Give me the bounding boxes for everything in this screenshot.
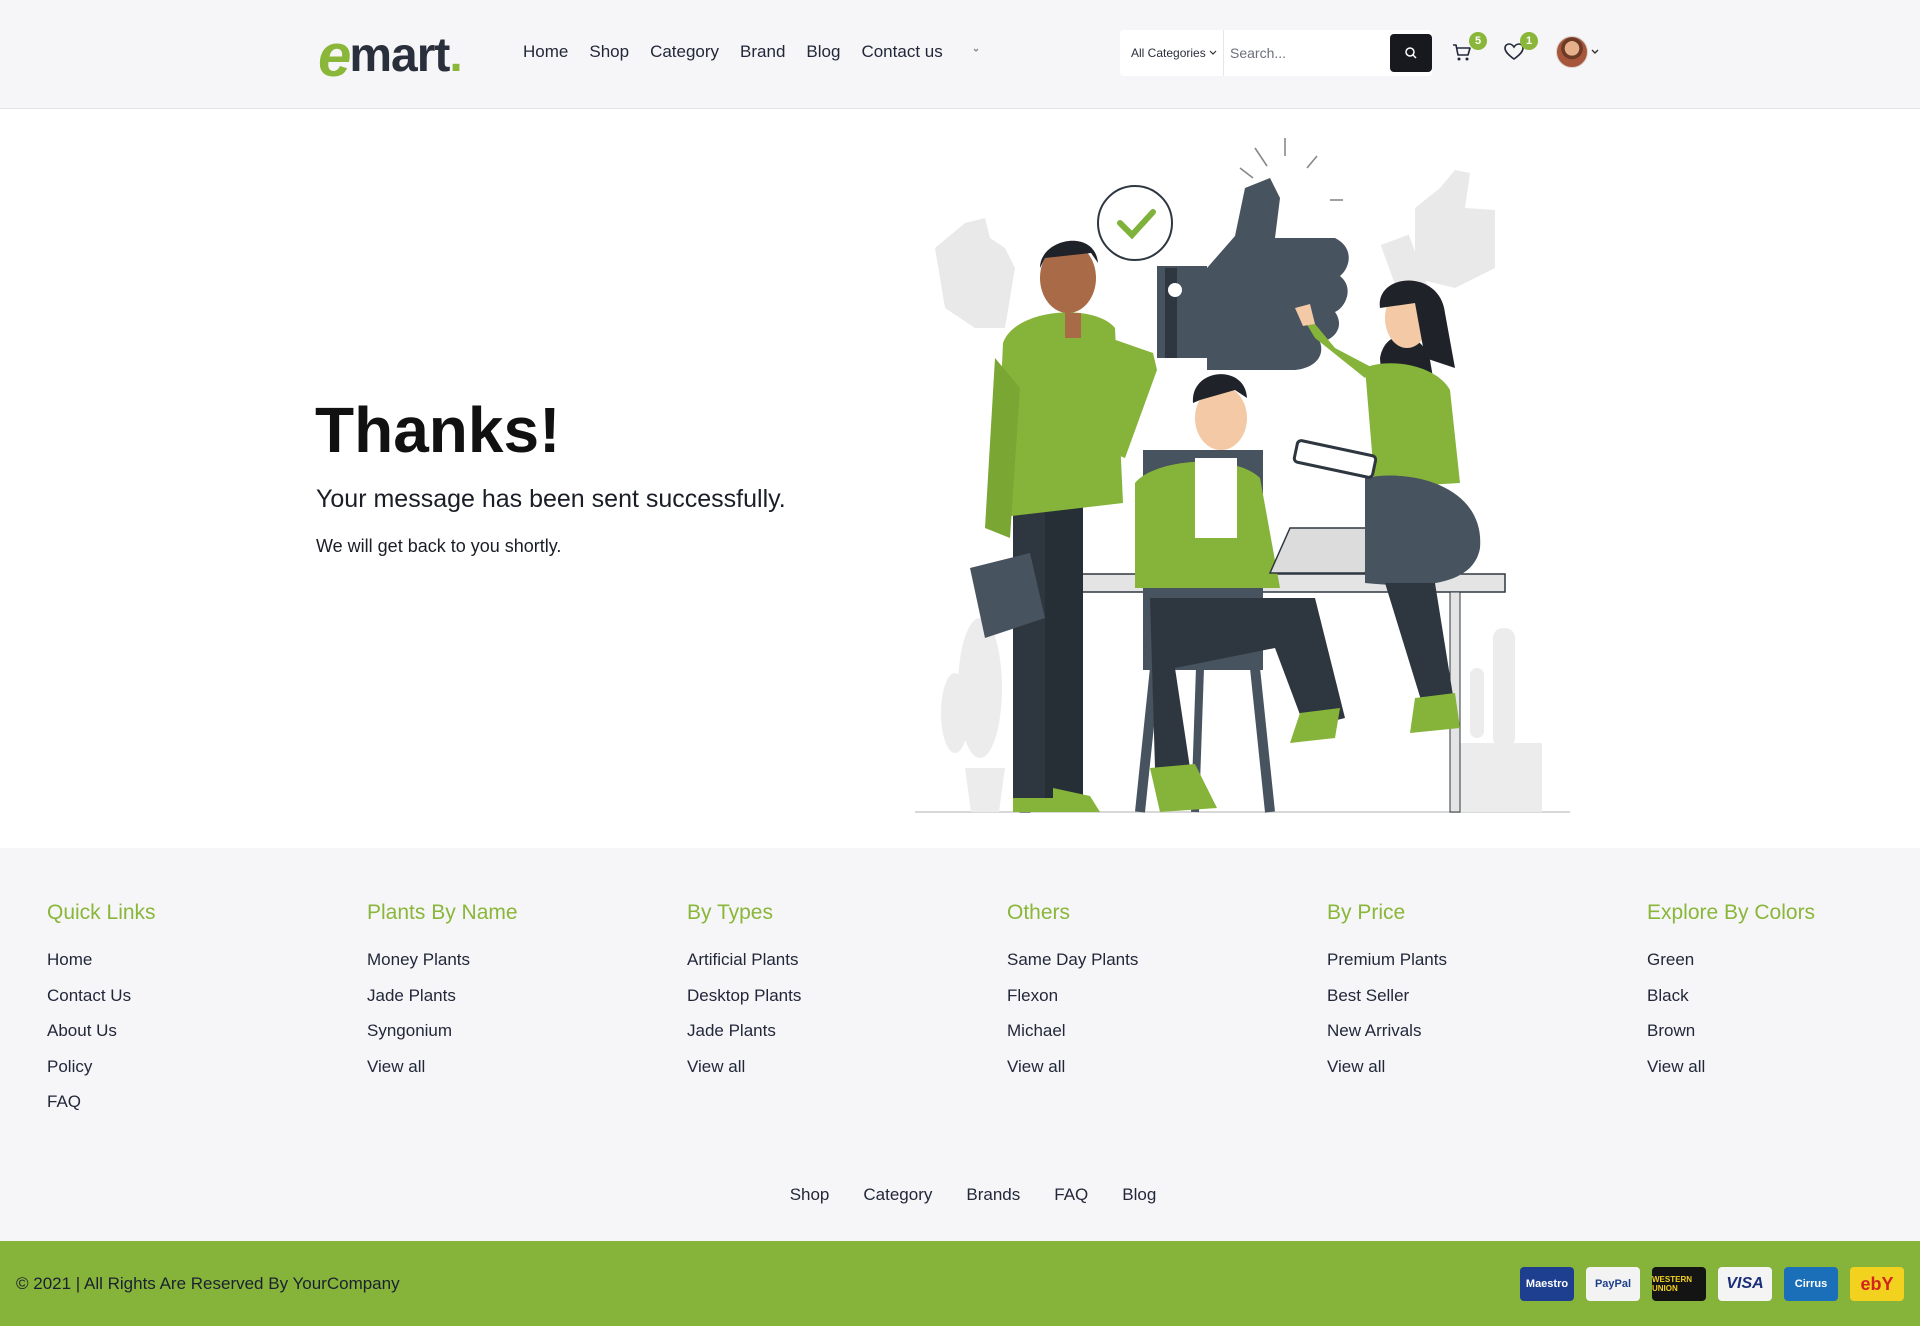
footer-column-title: By Types	[687, 901, 773, 924]
footer-link[interactable]: View all	[1007, 1057, 1138, 1077]
footer-nav-blog[interactable]: Blog	[1122, 1184, 1156, 1206]
footer-link[interactable]: Green	[1647, 950, 1815, 970]
ebay-icon: ebY	[1850, 1267, 1904, 1301]
nav-shop[interactable]: Shop	[589, 40, 629, 64]
search-bar: All Categories	[1120, 30, 1432, 76]
footer-link[interactable]: Black	[1647, 986, 1815, 1006]
category-select-value: All Categories	[1131, 46, 1206, 60]
copyright-bar: © 2021 | All Rights Are Reserved By Your…	[0, 1241, 1920, 1326]
site-header: e mart. Home Shop Category Brand Blog Con…	[0, 0, 1920, 109]
account-chevron-down-icon[interactable]	[1590, 48, 1600, 56]
wishlist-count-badge: 1	[1520, 32, 1538, 50]
footer-nav-shop[interactable]: Shop	[790, 1184, 830, 1206]
user-avatar[interactable]	[1556, 36, 1588, 68]
footer-link[interactable]: Jade Plants	[687, 1021, 801, 1041]
nav-brand[interactable]: Brand	[740, 40, 785, 64]
footer-link[interactable]: Flexon	[1007, 986, 1138, 1006]
chevron-down-icon	[1209, 50, 1217, 55]
footer-link[interactable]: Michael	[1007, 1021, 1138, 1041]
footer-column-by-types: By Types Artificial Plants Desktop Plant…	[687, 900, 801, 1092]
nav-category[interactable]: Category	[650, 40, 719, 64]
footer-column-by-price: By Price Premium Plants Best Seller New …	[1327, 900, 1447, 1092]
footer-link[interactable]: Money Plants	[367, 950, 518, 970]
footer-link[interactable]: Brown	[1647, 1021, 1815, 1041]
cirrus-icon: Cirrus	[1784, 1267, 1838, 1301]
main-nav: Home Shop Category Brand Blog Contact us	[523, 40, 943, 64]
footer-link[interactable]: View all	[1647, 1057, 1815, 1077]
footer-link[interactable]: Artificial Plants	[687, 950, 801, 970]
nav-contact-us[interactable]: Contact us	[861, 40, 942, 64]
footer-link[interactable]: Best Seller	[1327, 986, 1447, 1006]
footer-link[interactable]: Contact Us	[47, 986, 156, 1006]
footer-column-title: Explore By Colors	[1647, 901, 1816, 924]
thanks-heading: Thanks!	[315, 394, 561, 466]
site-footer: Quick Links Home Contact Us About Us Pol…	[0, 848, 1920, 1241]
emart-logo[interactable]: e mart.	[318, 22, 463, 89]
nav-more-chevron-icon[interactable]	[970, 44, 982, 56]
footer-column-title: Quick Links	[47, 901, 156, 924]
footer-link[interactable]: Policy	[47, 1057, 156, 1077]
footer-link[interactable]: Desktop Plants	[687, 986, 801, 1006]
search-input[interactable]	[1224, 31, 1384, 75]
footer-link[interactable]: View all	[687, 1057, 801, 1077]
footer-link[interactable]: New Arrivals	[1327, 1021, 1447, 1041]
footer-link[interactable]: Premium Plants	[1327, 950, 1447, 970]
maestro-icon: Maestro	[1520, 1267, 1574, 1301]
visa-icon: VISA	[1718, 1267, 1772, 1301]
search-icon	[1405, 47, 1417, 59]
footer-column-title: By Price	[1327, 901, 1406, 924]
cart-count-badge: 5	[1469, 32, 1487, 50]
footer-link[interactable]: Jade Plants	[367, 986, 518, 1006]
footer-column-title: Others	[1007, 901, 1071, 924]
footer-link[interactable]: View all	[1327, 1057, 1447, 1077]
western-union-icon: WESTERN UNION	[1652, 1267, 1706, 1301]
footer-link[interactable]: Same Day Plants	[1007, 950, 1138, 970]
footer-link[interactable]: FAQ	[47, 1092, 156, 1112]
footer-column-others: Others Same Day Plants Flexon Michael Vi…	[1007, 900, 1138, 1092]
paypal-icon: PayPal	[1586, 1267, 1640, 1301]
footer-link[interactable]: About Us	[47, 1021, 156, 1041]
footer-link[interactable]: View all	[367, 1057, 518, 1077]
footer-column-explore-by-colors: Explore By Colors Green Black Brown View…	[1647, 900, 1815, 1092]
logo-wordmark: mart	[349, 29, 450, 82]
logo-letter-e: e	[318, 22, 351, 89]
footer-column-quick-links: Quick Links Home Contact Us About Us Pol…	[47, 900, 156, 1128]
copyright-text: © 2021 | All Rights Are Reserved By Your…	[16, 1274, 400, 1293]
category-select[interactable]: All Categories	[1120, 30, 1224, 76]
footer-link[interactable]: Home	[47, 950, 156, 970]
footer-bottom-nav: Shop Category Brands FAQ Blog	[0, 1184, 1920, 1206]
success-message: Your message has been sent successfully.	[316, 485, 786, 513]
follow-up-note: We will get back to you shortly.	[316, 536, 562, 556]
team-thumbs-up-illustration	[915, 138, 1570, 813]
footer-nav-faq[interactable]: FAQ	[1054, 1184, 1088, 1206]
footer-link[interactable]: Syngonium	[367, 1021, 518, 1041]
nav-blog[interactable]: Blog	[806, 40, 840, 64]
footer-nav-category[interactable]: Category	[863, 1184, 932, 1206]
footer-column-plants-by-name: Plants By Name Money Plants Jade Plants …	[367, 900, 518, 1092]
logo-dot: .	[449, 29, 463, 82]
search-button[interactable]	[1390, 34, 1432, 72]
footer-column-title: Plants By Name	[367, 901, 518, 924]
footer-nav-brands[interactable]: Brands	[966, 1184, 1020, 1206]
nav-home[interactable]: Home	[523, 40, 568, 64]
